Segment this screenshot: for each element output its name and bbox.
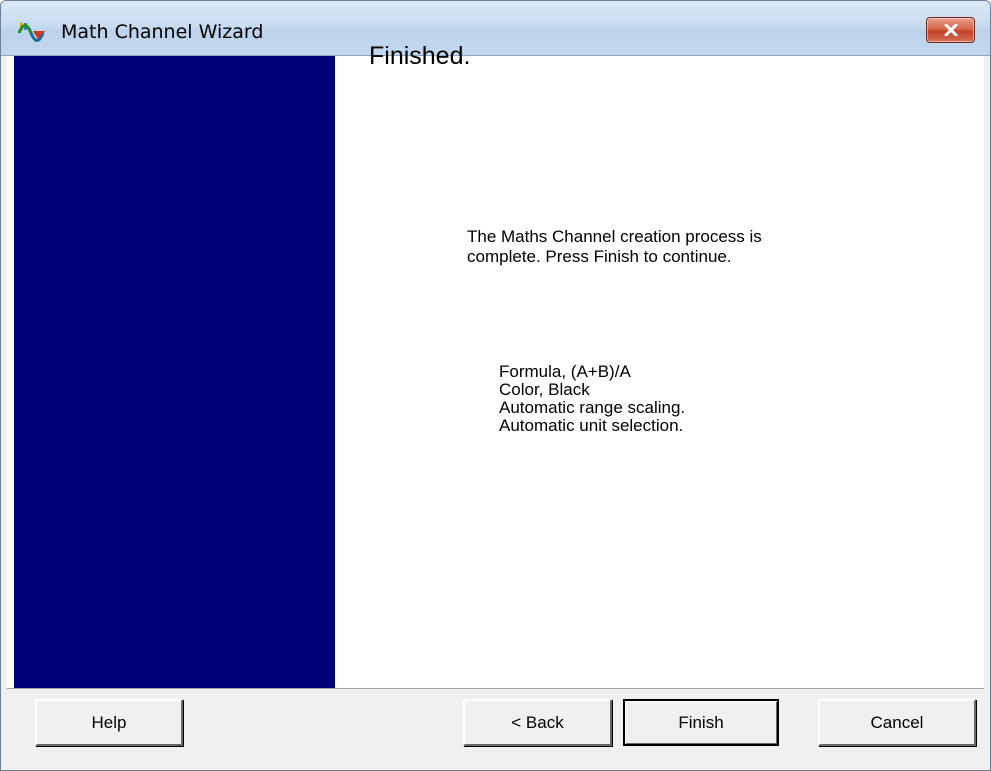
settings-summary: Formula, (A+B)/A Color, Black Automatic … — [499, 363, 685, 435]
summary-formula: Formula, (A+B)/A — [499, 362, 631, 381]
completion-message-line2: complete. Press Finish to continue. — [467, 247, 732, 266]
waveform-icon — [17, 21, 51, 43]
wizard-content — [7, 56, 984, 689]
summary-color: Color, Black — [499, 380, 590, 399]
finish-button[interactable]: Finish — [623, 699, 779, 746]
wizard-window: Math Channel Wizard Finished. The Maths … — [0, 0, 991, 771]
completion-message: The Maths Channel creation process is co… — [467, 227, 887, 267]
help-button[interactable]: Help — [35, 699, 183, 746]
back-button[interactable]: < Back — [463, 699, 612, 746]
summary-unit-selection: Automatic unit selection. — [499, 416, 684, 435]
window-title: Math Channel Wizard — [61, 21, 264, 43]
cancel-button[interactable]: Cancel — [818, 699, 976, 746]
page-title: Finished. — [369, 42, 471, 70]
completion-message-line1: The Maths Channel creation process is — [467, 227, 762, 246]
close-button[interactable] — [926, 17, 975, 43]
title-bar[interactable]: Math Channel Wizard — [1, 1, 990, 56]
close-icon — [944, 24, 958, 36]
wizard-banner — [14, 56, 335, 688]
summary-range-scaling: Automatic range scaling. — [499, 398, 686, 417]
